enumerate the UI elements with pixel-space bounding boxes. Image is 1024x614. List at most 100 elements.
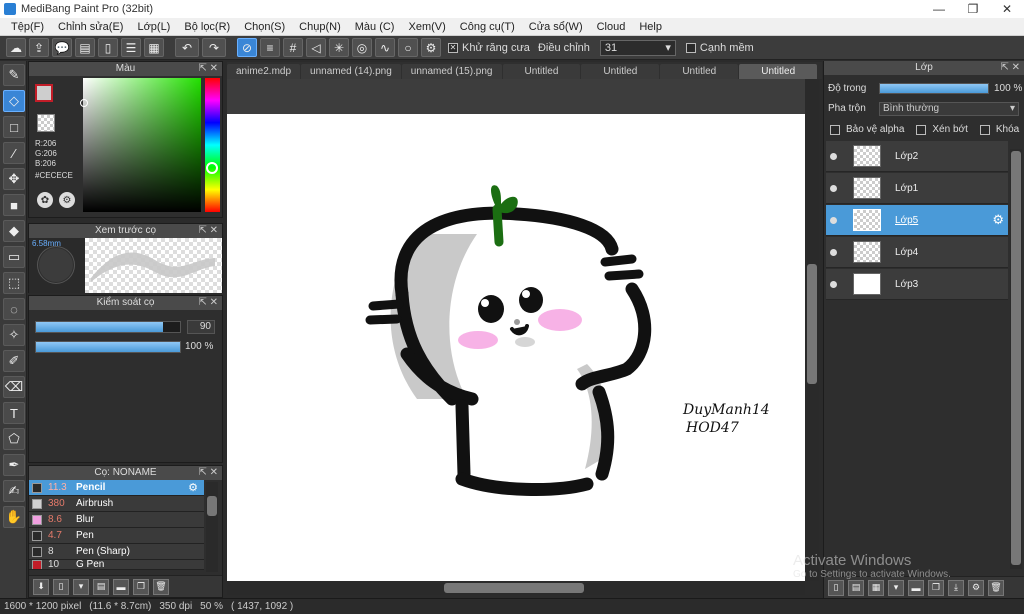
bucket-tool-icon[interactable]: ◆ [3,220,25,242]
merge-down-icon[interactable]: ⤓ [948,579,964,596]
brush-item-g-pen[interactable]: 10 G Pen [29,560,204,570]
gear-icon[interactable]: ⚙ [188,481,198,494]
pen-tool-icon[interactable]: ✍ [3,480,25,502]
blend-mode-select[interactable]: Bình thường [879,102,1019,116]
canvas-area[interactable]: DuyManh14 HOD47 [227,79,805,581]
eye-icon[interactable] [830,216,837,224]
lasso-select-icon[interactable]: ◌ [3,298,25,320]
brush-item-pen-sharp[interactable]: 8 Pen (Sharp) [29,544,204,560]
layer-item-lop4[interactable]: Lớp4 [826,237,1008,268]
menu-view[interactable]: Xem(V) [401,21,452,33]
radial-snap-icon[interactable]: ✳ [329,38,349,57]
material-icon[interactable]: ▦ [144,38,164,57]
folder-icon[interactable]: ▬ [113,578,129,595]
brush-item-airbrush[interactable]: 380 Airbrush [29,496,204,512]
canvas-vscroll-thumb[interactable] [807,264,817,384]
add-layer-menu-icon[interactable]: ▾ [888,579,904,596]
lock-checkbox[interactable] [979,124,990,135]
menu-edit[interactable]: Chỉnh sửa(E) [51,21,130,33]
brush-item-pen[interactable]: 4.7 Pen [29,528,204,544]
protect-alpha-checkbox[interactable] [830,124,840,135]
circle-snap-icon[interactable]: ○ [398,38,418,57]
parallel-snap-icon[interactable]: ≡ [260,38,280,57]
sv-picker-knob[interactable] [80,99,88,107]
panel-controls[interactable]: ⇱ ✕ [198,466,218,480]
brush-settings-icon[interactable]: ▤ [93,578,109,595]
brush-opacity-slider[interactable] [35,341,181,353]
eye-icon[interactable] [830,184,837,192]
menu-snap[interactable]: Chụp(N) [292,21,348,33]
layer-item-lop5[interactable]: Lớp5 ⚙ [826,205,1008,236]
brush-size-value[interactable]: 90 [187,320,215,334]
new-8bit-layer-icon[interactable]: ▦ [868,579,884,596]
tab-untitled-active[interactable]: Untitled [739,64,818,79]
magic-wand-icon[interactable]: ✧ [3,324,25,346]
rect-select-icon[interactable]: ⬚ [3,272,25,294]
eye-icon[interactable] [830,280,837,288]
palette-icon[interactable]: ✿ [37,192,53,208]
snap-settings-icon[interactable]: ⚙ [421,38,441,57]
trash-icon[interactable]: 🗑 [988,579,1004,596]
tab-untitled-1[interactable]: Untitled [502,64,581,79]
folder-icon[interactable]: ▬ [908,579,924,596]
new-layer-icon[interactable]: ▯ [828,579,844,596]
brush-type-icon[interactable]: ▾ [73,578,89,595]
layer-settings-icon[interactable]: ⚙ [968,579,984,596]
select-pen-icon[interactable]: ✐ [3,350,25,372]
eye-icon[interactable] [830,248,837,256]
adjust-select[interactable]: 31 ▾ [599,39,676,56]
layer-item-lop2[interactable]: Lớp2 [826,141,1008,172]
fill-rect-tool-icon[interactable]: ■ [3,194,25,216]
eyedropper-tool-icon[interactable]: ✒ [3,454,25,476]
page-icon[interactable]: ▯ [98,38,118,57]
text-tool-icon[interactable]: T [3,402,25,424]
new-brush-icon[interactable]: ▯ [53,578,69,595]
divide-tool-icon[interactable]: ⬠ [3,428,25,450]
select-eraser-icon[interactable]: ⌫ [3,376,25,398]
clipping-checkbox[interactable] [916,124,927,135]
layer-list-scrollbar[interactable] [1010,149,1022,569]
menu-tools[interactable]: Công cụ(T) [453,21,522,33]
cloud-icon[interactable]: ☁ [6,38,26,57]
menu-color[interactable]: Màu (C) [348,21,402,33]
saturation-value-picker[interactable] [83,78,201,212]
menu-cloud[interactable]: Cloud [590,21,633,33]
tab-untitled-3[interactable]: Untitled [660,64,739,79]
soft-edge-checkbox[interactable]: Cạnh mềm [685,42,754,54]
brush-list-scrollbar[interactable] [206,482,218,572]
tab-untitled-2[interactable]: Untitled [581,64,660,79]
brush-tool-icon[interactable]: ✎ [3,64,25,86]
menu-help[interactable]: Help [632,21,669,33]
move-tool-icon[interactable]: ✥ [3,168,25,190]
menu-window[interactable]: Cửa sổ(W) [522,21,590,33]
canvas-hscroll-thumb[interactable] [444,583,584,593]
foreground-color-swatch[interactable] [35,84,53,102]
hue-slider[interactable] [205,78,220,212]
tab-unnamed-14[interactable]: unnamed (14).png [301,64,401,79]
download-brush-icon[interactable]: ⬇ [33,578,49,595]
menu-file[interactable]: Tệp(F) [4,21,51,33]
color-settings-icon[interactable]: ⚙ [59,192,75,208]
new-halftone-layer-icon[interactable]: ▤ [848,579,864,596]
eye-icon[interactable] [830,152,837,160]
eraser-tool-icon[interactable]: ◇ [3,90,25,112]
antialias-checkbox[interactable]: ✕ Khử răng cưa [448,42,530,54]
minimize-button[interactable]: — [922,0,956,18]
layer-opacity-slider[interactable] [879,83,989,94]
menu-select[interactable]: Chọn(S) [237,21,292,33]
snap-off-icon[interactable]: ⊘ [237,38,257,57]
gradient-tool-icon[interactable]: ▭ [3,246,25,268]
text-panel-icon[interactable]: ▤ [75,38,95,57]
layer-item-lop1[interactable]: Lớp1 [826,173,1008,204]
comment-icon[interactable]: 💬 [52,38,72,57]
panel-controls[interactable]: ⇱ ✕ [198,296,218,310]
dot-tool-icon[interactable]: □ [3,116,25,138]
concentric-snap-icon[interactable]: ◎ [352,38,372,57]
perspective-snap-icon[interactable]: ◁ [306,38,326,57]
hue-slider-knob[interactable] [206,162,218,174]
layer-list-scroll-thumb[interactable] [1011,151,1021,565]
share-icon[interactable]: ⇪ [29,38,49,57]
tab-unnamed-15[interactable]: unnamed (15).png [401,64,502,79]
canvas-vertical-scrollbar[interactable] [805,79,819,581]
maximize-button[interactable]: ❐ [956,0,990,18]
